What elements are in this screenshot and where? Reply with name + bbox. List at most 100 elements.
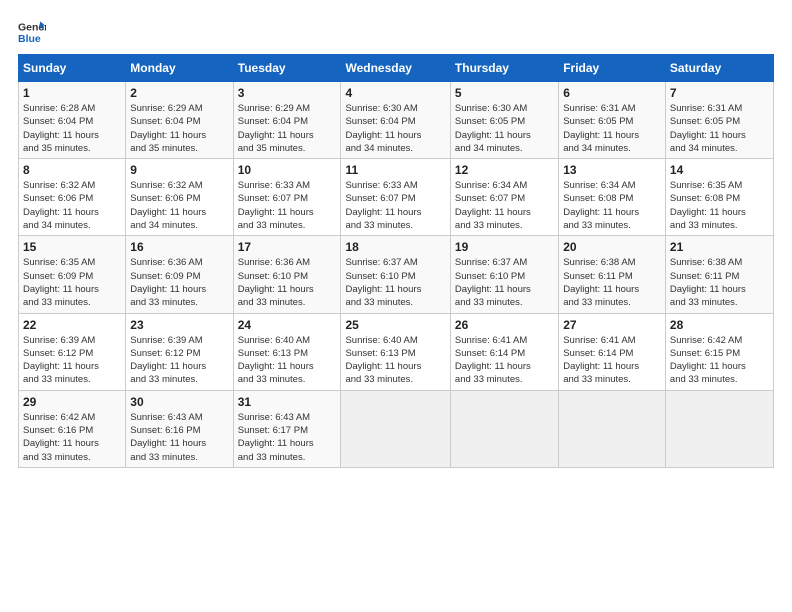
day-detail: Sunrise: 6:31 AM Sunset: 6:05 PM Dayligh… [563,102,661,155]
day-number: 27 [563,318,661,332]
weekday-header-sunday: Sunday [19,55,126,82]
logo: General Blue [18,18,46,46]
calendar-cell: 5Sunrise: 6:30 AM Sunset: 6:05 PM Daylig… [450,82,558,159]
day-number: 30 [130,395,228,409]
calendar-cell: 31 Sunrise: 6:43 AM Sunset: 6:17 PM Dayli… [233,390,341,467]
calendar-week-row: 8 Sunrise: 6:32 AM Sunset: 6:06 PM Daylig… [19,159,774,236]
day-number: 1 [23,86,121,100]
calendar-cell: 15Sunrise: 6:35 AM Sunset: 6:09 PM Dayli… [19,236,126,313]
day-detail: Sunrise: 6:30 AM Sunset: 6:04 PM Dayligh… [345,102,445,155]
calendar-week-row: 15Sunrise: 6:35 AM Sunset: 6:09 PM Dayli… [19,236,774,313]
day-number: 23 [130,318,228,332]
day-detail: Sunrise: 6:43 AM Sunset: 6:17 PM Dayligh… [238,411,337,464]
day-detail: Sunrise: 6:35 AM Sunset: 6:08 PM Dayligh… [670,179,769,232]
day-number: 21 [670,240,769,254]
calendar-cell: 23 Sunrise: 6:39 AM Sunset: 6:12 PM Dayli… [126,313,233,390]
day-detail: Sunrise: 6:33 AM Sunset: 6:07 PM Dayligh… [238,179,337,232]
day-number: 29 [23,395,121,409]
calendar-cell: 2 Sunrise: 6:29 AM Sunset: 6:04 PM Daylig… [126,82,233,159]
day-detail: Sunrise: 6:39 AM Sunset: 6:12 PM Dayligh… [23,334,121,387]
day-detail: Sunrise: 6:40 AM Sunset: 6:13 PM Dayligh… [238,334,337,387]
day-number: 18 [345,240,445,254]
day-number: 16 [130,240,228,254]
day-detail: Sunrise: 6:38 AM Sunset: 6:11 PM Dayligh… [563,256,661,309]
day-detail: Sunrise: 6:40 AM Sunset: 6:13 PM Dayligh… [345,334,445,387]
day-detail: Sunrise: 6:32 AM Sunset: 6:06 PM Dayligh… [23,179,121,232]
calendar-week-row: 29Sunrise: 6:42 AM Sunset: 6:16 PM Dayli… [19,390,774,467]
day-number: 11 [345,163,445,177]
calendar-cell: 6 Sunrise: 6:31 AM Sunset: 6:05 PM Daylig… [559,82,666,159]
calendar-cell: 12 Sunrise: 6:34 AM Sunset: 6:07 PM Dayli… [450,159,558,236]
day-number: 22 [23,318,121,332]
calendar-cell: 20 Sunrise: 6:38 AM Sunset: 6:11 PM Dayli… [559,236,666,313]
day-number: 24 [238,318,337,332]
calendar-cell: 30Sunrise: 6:43 AM Sunset: 6:16 PM Dayli… [126,390,233,467]
day-detail: Sunrise: 6:38 AM Sunset: 6:11 PM Dayligh… [670,256,769,309]
weekday-header-wednesday: Wednesday [341,55,450,82]
day-detail: Sunrise: 6:39 AM Sunset: 6:12 PM Dayligh… [130,334,228,387]
calendar-cell: 17 Sunrise: 6:36 AM Sunset: 6:10 PM Dayli… [233,236,341,313]
day-number: 3 [238,86,337,100]
day-number: 10 [238,163,337,177]
calendar-cell [665,390,773,467]
weekday-header-thursday: Thursday [450,55,558,82]
page: General Blue SundayMondayTuesdayWednesda… [0,0,792,612]
calendar-cell: 22 Sunrise: 6:39 AM Sunset: 6:12 PM Dayli… [19,313,126,390]
day-detail: Sunrise: 6:33 AM Sunset: 6:07 PM Dayligh… [345,179,445,232]
day-detail: Sunrise: 6:35 AM Sunset: 6:09 PM Dayligh… [23,256,121,309]
day-detail: Sunrise: 6:29 AM Sunset: 6:04 PM Dayligh… [130,102,228,155]
day-detail: Sunrise: 6:41 AM Sunset: 6:14 PM Dayligh… [455,334,554,387]
day-detail: Sunrise: 6:31 AM Sunset: 6:05 PM Dayligh… [670,102,769,155]
day-number: 2 [130,86,228,100]
day-number: 12 [455,163,554,177]
day-detail: Sunrise: 6:41 AM Sunset: 6:14 PM Dayligh… [563,334,661,387]
weekday-header-row: SundayMondayTuesdayWednesdayThursdayFrid… [19,55,774,82]
calendar-cell: 11 Sunrise: 6:33 AM Sunset: 6:07 PM Dayli… [341,159,450,236]
day-number: 7 [670,86,769,100]
day-detail: Sunrise: 6:32 AM Sunset: 6:06 PM Dayligh… [130,179,228,232]
calendar-cell: 19Sunrise: 6:37 AM Sunset: 6:10 PM Dayli… [450,236,558,313]
day-number: 8 [23,163,121,177]
day-number: 14 [670,163,769,177]
day-detail: Sunrise: 6:36 AM Sunset: 6:10 PM Dayligh… [238,256,337,309]
day-number: 17 [238,240,337,254]
day-detail: Sunrise: 6:34 AM Sunset: 6:07 PM Dayligh… [455,179,554,232]
calendar-cell: 29Sunrise: 6:42 AM Sunset: 6:16 PM Dayli… [19,390,126,467]
weekday-header-saturday: Saturday [665,55,773,82]
day-number: 9 [130,163,228,177]
weekday-header-friday: Friday [559,55,666,82]
calendar-cell: 24 Sunrise: 6:40 AM Sunset: 6:13 PM Dayli… [233,313,341,390]
calendar-header: SundayMondayTuesdayWednesdayThursdayFrid… [19,55,774,82]
general-blue-logo-icon: General Blue [18,18,46,46]
day-number: 28 [670,318,769,332]
day-detail: Sunrise: 6:37 AM Sunset: 6:10 PM Dayligh… [455,256,554,309]
calendar-week-row: 1 Sunrise: 6:28 AM Sunset: 6:04 PM Daylig… [19,82,774,159]
calendar-cell: 3Sunrise: 6:29 AM Sunset: 6:04 PM Daylig… [233,82,341,159]
calendar-cell: 1 Sunrise: 6:28 AM Sunset: 6:04 PM Daylig… [19,82,126,159]
calendar-cell: 25Sunrise: 6:40 AM Sunset: 6:13 PM Dayli… [341,313,450,390]
day-number: 4 [345,86,445,100]
calendar-cell: 10 Sunrise: 6:33 AM Sunset: 6:07 PM Dayli… [233,159,341,236]
day-detail: Sunrise: 6:28 AM Sunset: 6:04 PM Dayligh… [23,102,121,155]
calendar-cell: 18Sunrise: 6:37 AM Sunset: 6:10 PM Dayli… [341,236,450,313]
day-detail: Sunrise: 6:34 AM Sunset: 6:08 PM Dayligh… [563,179,661,232]
header: General Blue [18,18,774,46]
calendar-cell [450,390,558,467]
svg-text:Blue: Blue [18,33,41,45]
calendar-cell [559,390,666,467]
calendar-cell: 16Sunrise: 6:36 AM Sunset: 6:09 PM Dayli… [126,236,233,313]
calendar-cell: 21 Sunrise: 6:38 AM Sunset: 6:11 PM Dayli… [665,236,773,313]
day-number: 6 [563,86,661,100]
calendar-cell: 9 Sunrise: 6:32 AM Sunset: 6:06 PM Daylig… [126,159,233,236]
day-detail: Sunrise: 6:42 AM Sunset: 6:15 PM Dayligh… [670,334,769,387]
calendar-cell: 7 Sunrise: 6:31 AM Sunset: 6:05 PM Daylig… [665,82,773,159]
day-number: 13 [563,163,661,177]
calendar-cell: 28 Sunrise: 6:42 AM Sunset: 6:15 PM Dayli… [665,313,773,390]
weekday-header-monday: Monday [126,55,233,82]
weekday-header-tuesday: Tuesday [233,55,341,82]
calendar-cell: 26Sunrise: 6:41 AM Sunset: 6:14 PM Dayli… [450,313,558,390]
day-number: 31 [238,395,337,409]
day-number: 20 [563,240,661,254]
calendar-cell: 27 Sunrise: 6:41 AM Sunset: 6:14 PM Dayli… [559,313,666,390]
calendar-cell: 14 Sunrise: 6:35 AM Sunset: 6:08 PM Dayli… [665,159,773,236]
